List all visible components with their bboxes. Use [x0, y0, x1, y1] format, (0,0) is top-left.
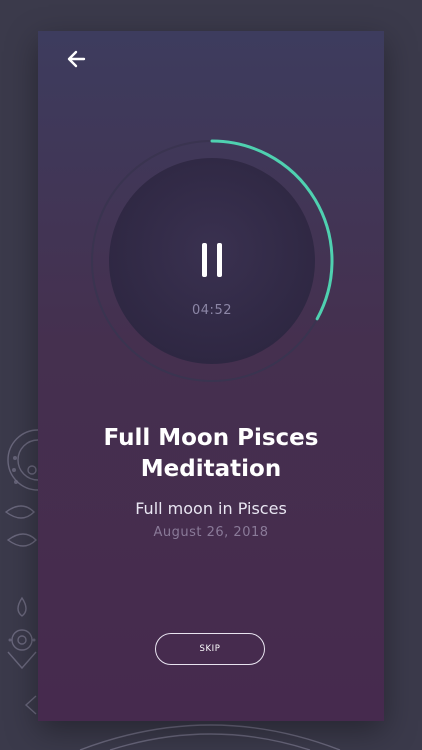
arrow-left-icon — [67, 50, 86, 68]
meditation-player-card: 04:52 Full Moon Pisces Meditation Full m… — [38, 31, 384, 721]
meditation-subtitle: Full moon in Pisces — [135, 499, 287, 518]
back-button[interactable] — [66, 48, 88, 70]
meditation-date: August 26, 2018 — [153, 525, 269, 540]
skip-button[interactable]: SKIP — [155, 633, 265, 665]
player-dial: 04:52 — [87, 136, 337, 386]
meditation-title: Full Moon Pisces Meditation — [103, 425, 319, 482]
pause-button[interactable] — [197, 243, 227, 279]
time-remaining: 04:52 — [192, 303, 232, 318]
